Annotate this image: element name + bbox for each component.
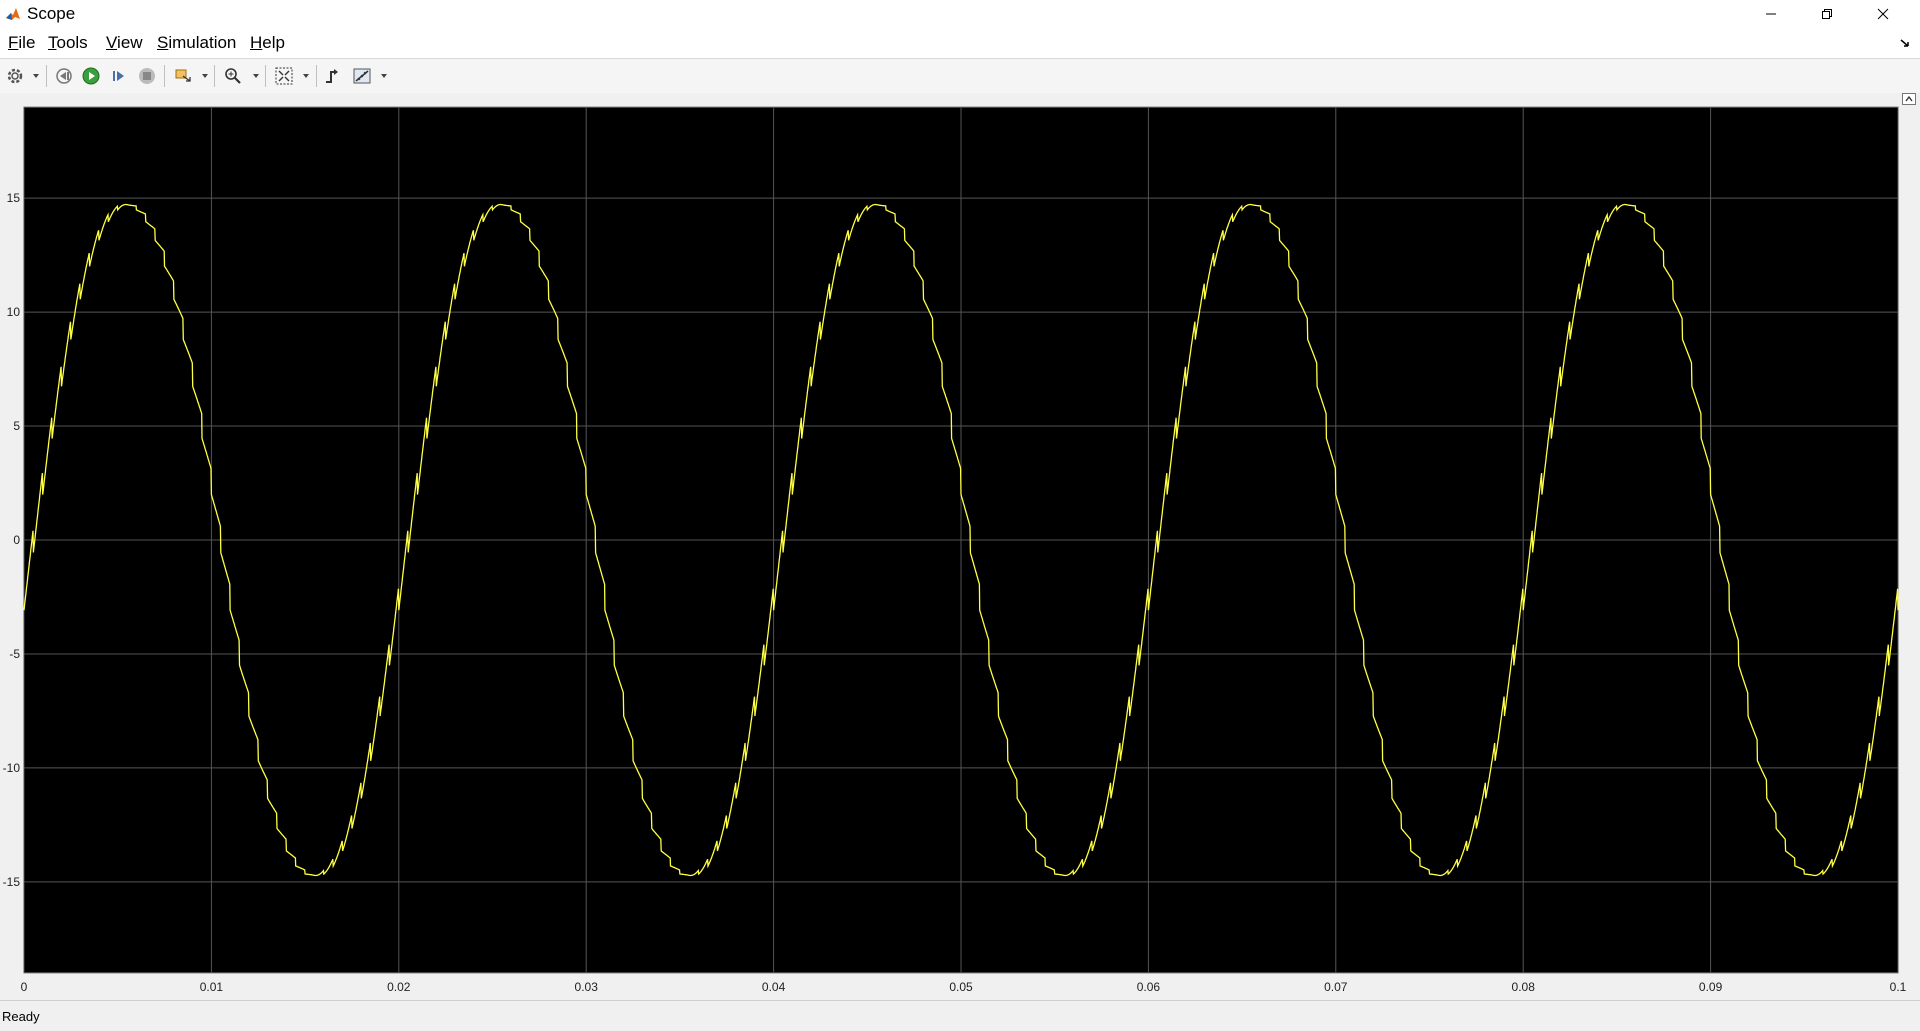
- status-text: Ready: [2, 1009, 40, 1024]
- run-icon: [82, 67, 100, 85]
- x-tick-label: 0.01: [200, 980, 224, 994]
- menu-tools-label: ools: [56, 33, 88, 52]
- measurements-dropdown-caret[interactable]: [381, 74, 387, 78]
- triggers-button[interactable]: [322, 65, 344, 87]
- menu-help[interactable]: Help: [250, 33, 285, 53]
- undock-icon[interactable]: [1902, 93, 1916, 105]
- run-button[interactable]: [80, 65, 102, 87]
- highlight-block-button[interactable]: [172, 65, 194, 87]
- matlab-icon: [5, 6, 21, 22]
- measurements-button[interactable]: [351, 65, 373, 87]
- toolbar-separator: [316, 65, 317, 87]
- menu-simulation-mnemonic: S: [157, 33, 169, 52]
- menu-help-label: elp: [262, 33, 285, 52]
- settings-dropdown-caret[interactable]: [33, 74, 39, 78]
- y-tick-label: -5: [9, 647, 20, 661]
- x-tick-label: 0.07: [1324, 980, 1348, 994]
- scale-axes-button[interactable]: [273, 65, 295, 87]
- stop-button[interactable]: [136, 65, 158, 87]
- settings-icon: [7, 68, 23, 84]
- menu-bar: File Tools View Simulation Help: [0, 28, 1920, 58]
- toolbar-separator: [265, 65, 266, 87]
- measurements-icon: [353, 68, 371, 84]
- x-tick-label: 0.08: [1512, 980, 1536, 994]
- zoom-button[interactable]: [222, 65, 244, 87]
- toolbar-separator: [164, 65, 165, 87]
- menu-simulation[interactable]: Simulation: [157, 33, 236, 53]
- zoom-dropdown-caret[interactable]: [253, 74, 259, 78]
- menu-help-mnemonic: H: [250, 33, 263, 52]
- scale-dropdown-caret[interactable]: [303, 74, 309, 78]
- settings-button[interactable]: [4, 65, 26, 87]
- scope-plot-area: 0 0.01 0.02 0.03 0.04 0.05 0.06 0.07 0.08 0.09 0.1…: [0, 93, 1920, 999]
- x-tick-label: 0.1: [1890, 980, 1907, 994]
- status-bar: Ready: [0, 1000, 1920, 1031]
- menu-file-mnemonic: F: [8, 33, 19, 52]
- restore-button[interactable]: [1804, 0, 1850, 28]
- highlight-simulink-block-icon: [175, 69, 191, 82]
- menu-view-label: iew: [117, 33, 143, 52]
- step-back-button[interactable]: [53, 65, 75, 87]
- x-tick-label: 0.04: [762, 980, 786, 994]
- menu-file[interactable]: File: [8, 33, 35, 53]
- x-tick-label: 0.09: [1699, 980, 1723, 994]
- menu-view-mnemonic: V: [106, 33, 118, 52]
- scope-chart[interactable]: 0 0.01 0.02 0.03 0.04 0.05 0.06 0.07 0.08 0.09 0.1…: [0, 93, 1920, 999]
- x-tick-label: 0: [21, 980, 28, 994]
- zoom-icon: [225, 68, 241, 84]
- menu-file-label: ile: [18, 33, 36, 52]
- menu-view[interactable]: View: [106, 33, 143, 53]
- close-icon: [1877, 8, 1889, 20]
- step-back-icon: [56, 68, 72, 84]
- minimize-icon: [1766, 13, 1776, 15]
- highlight-dropdown-caret[interactable]: [202, 74, 208, 78]
- step-forward-button[interactable]: [108, 65, 130, 87]
- y-tick-label: -10: [3, 761, 21, 775]
- y-tick-label: 0: [13, 533, 20, 547]
- scale-axes-icon: [275, 67, 293, 85]
- menu-tools-mnemonic: T: [48, 33, 57, 52]
- x-tick-label: 0.06: [1137, 980, 1161, 994]
- y-tick-label: 10: [7, 305, 21, 319]
- toolbar: [0, 58, 1920, 94]
- x-tick-label: 0.05: [949, 980, 973, 994]
- toolbar-separator: [214, 65, 215, 87]
- y-tick-label: 5: [13, 419, 20, 433]
- title-bar: Scope: [0, 0, 1920, 28]
- restore-icon: [1822, 9, 1832, 19]
- triggers-icon: [326, 69, 338, 83]
- dock-arrow-icon[interactable]: [1898, 36, 1912, 50]
- window-title: Scope: [27, 4, 76, 23]
- y-tick-label: 15: [7, 191, 21, 205]
- menu-tools[interactable]: Tools: [48, 33, 88, 53]
- stop-icon: [139, 68, 155, 84]
- toolbar-separator: [46, 65, 47, 87]
- menu-simulation-label: imulation: [168, 33, 237, 52]
- x-tick-label: 0.02: [387, 980, 411, 994]
- y-tick-label: -15: [3, 875, 21, 889]
- minimize-button[interactable]: [1748, 0, 1794, 28]
- x-tick-label: 0.03: [575, 980, 599, 994]
- step-forward-icon: [113, 71, 124, 81]
- close-button[interactable]: [1860, 0, 1906, 28]
